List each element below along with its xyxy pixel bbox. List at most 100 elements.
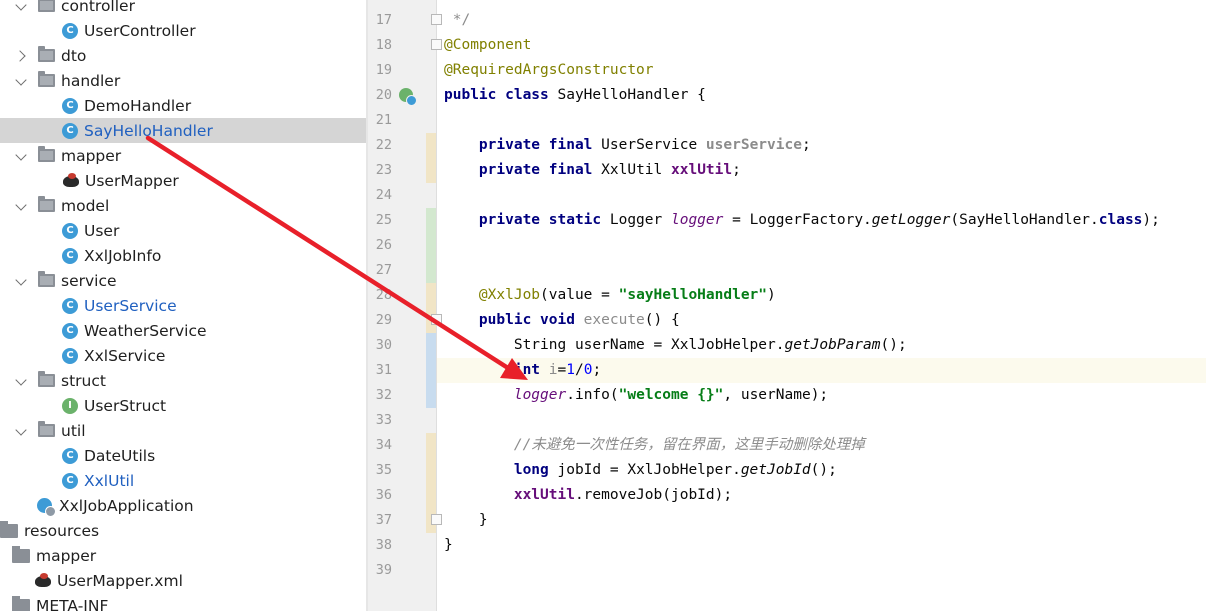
tree-item-label: handler [61, 71, 121, 90]
chevron-down-icon[interactable] [16, 375, 28, 387]
code-line-38[interactable]: } [444, 533, 453, 558]
tree-item-dto[interactable]: dto [0, 43, 366, 68]
tree-item-userstruct[interactable]: I UserStruct [0, 393, 366, 418]
line-number: 26 [375, 237, 392, 253]
folder-icon [0, 520, 18, 538]
tree-item-usermapper[interactable]: UserMapper [0, 168, 366, 193]
keyword: long [513, 462, 549, 478]
change-marker-added[interactable] [426, 208, 436, 283]
tree-item-usercontroller[interactable]: C UserController [0, 18, 366, 43]
chevron-down-icon[interactable] [16, 0, 28, 12]
annotation-component: @Component [444, 37, 532, 53]
tree-item-meta-inf[interactable]: META-INF [0, 593, 366, 611]
code-text: ); [1142, 212, 1160, 228]
semicolon: ; [732, 162, 741, 178]
annotation-required-args: @RequiredArgsConstructor [444, 62, 654, 78]
code-line-36[interactable]: xxlUtil.removeJob(jobId); [444, 483, 732, 508]
tree-item-model[interactable]: model [0, 193, 366, 218]
static-method: getJobId [740, 462, 811, 478]
semicolon: ; [592, 362, 602, 378]
tree-item-xxlservice[interactable]: C XxlService [0, 343, 366, 368]
line-number: 17 [375, 12, 392, 28]
code-line-34[interactable]: //未避免一次性任务，留在界面，这里手动删除处理掉 [444, 433, 865, 458]
package-folder-icon [38, 371, 55, 387]
change-marker-modified[interactable] [426, 133, 436, 183]
tree-item-label: dto [61, 46, 87, 65]
tree-item-demohandler[interactable]: C DemoHandler [0, 93, 366, 118]
keyword: class [1098, 212, 1143, 228]
class-declaration: SayHelloHandler { [548, 87, 706, 103]
tree-item-mapper[interactable]: mapper [0, 143, 366, 168]
fold-marker[interactable] [431, 14, 442, 25]
tree-item-sayhellohandler[interactable]: C SayHelloHandler [0, 118, 366, 143]
type: UserService [592, 137, 706, 153]
field: xxlUtil [513, 487, 575, 503]
fold-marker[interactable] [431, 314, 442, 325]
string-literal: "welcome {}" [618, 387, 724, 403]
code-line-32[interactable]: logger.info("welcome {}", userName); [444, 383, 828, 408]
tree-item-label: XxlUtil [84, 471, 135, 490]
code-line-18[interactable]: @Component [444, 33, 531, 58]
tree-item-user[interactable]: C User [0, 218, 366, 243]
change-marker-modified[interactable] [426, 283, 436, 333]
java-class-icon: C [62, 22, 78, 39]
chevron-down-icon[interactable] [16, 425, 28, 437]
tree-item-resources[interactable]: resources [0, 518, 366, 543]
code-text: = LoggerFactory. [723, 212, 872, 228]
package-folder-icon [38, 196, 55, 212]
chevron-down-icon[interactable] [16, 75, 28, 87]
tree-item-service[interactable]: service [0, 268, 366, 293]
tree-item-controller[interactable]: controller [0, 0, 366, 18]
static-method: getJobParam [784, 337, 881, 353]
tree-item-dateutils[interactable]: C DateUtils [0, 443, 366, 468]
code-line-22[interactable]: private final UserService userService; [444, 133, 811, 158]
line-number: 25 [375, 212, 392, 228]
code-text: (value = [540, 287, 619, 303]
code-line-30[interactable]: String userName = XxlJobHelper.getJobPar… [444, 333, 907, 358]
tree-item-label: META-INF [36, 596, 109, 611]
annotation-xxljob: @XxlJob [478, 287, 541, 303]
code-line-25[interactable]: private static Logger logger = LoggerFac… [444, 208, 1160, 233]
tree-item-xxlutil[interactable]: C XxlUtil [0, 468, 366, 493]
code-line-17[interactable]: */ [444, 8, 470, 33]
line-number: 31 [375, 362, 392, 378]
package-folder-icon [38, 271, 55, 287]
code-text: (SayHelloHandler. [950, 212, 1099, 228]
chevron-down-icon[interactable] [16, 150, 28, 162]
tree-item-label: WeatherService [84, 321, 207, 340]
code-line-20[interactable]: public class SayHelloHandler { [444, 83, 706, 108]
fold-marker[interactable] [431, 514, 442, 525]
tree-item-xxljobapplication[interactable]: XxlJobApplication [0, 493, 366, 518]
mybatis-icon [34, 572, 52, 589]
tree-item-mapper[interactable]: mapper [0, 543, 366, 568]
tree-item-label: controller [61, 0, 135, 15]
tree-item-userservice[interactable]: C UserService [0, 293, 366, 318]
code-line-29[interactable]: public void execute() { [444, 308, 680, 333]
chevron-down-icon[interactable] [16, 200, 28, 212]
keyword: private final [478, 162, 593, 178]
tree-item-util[interactable]: util [0, 418, 366, 443]
java-interface-icon: I [62, 397, 78, 414]
change-marker-changed[interactable] [426, 333, 436, 408]
code-line-35[interactable]: long jobId = XxlJobHelper.getJobId(); [444, 458, 837, 483]
tree-item-xxljobinfo[interactable]: C XxlJobInfo [0, 243, 366, 268]
code-line-37[interactable]: } [444, 508, 488, 533]
code-line-28[interactable]: @XxlJob(value = "sayHelloHandler") [444, 283, 776, 308]
line-number: 32 [375, 387, 392, 403]
tree-item-usermapper-xml[interactable]: UserMapper.xml [0, 568, 366, 593]
tree-item-struct[interactable]: struct [0, 368, 366, 393]
chevron-right-icon[interactable] [16, 50, 28, 62]
code-text: (); [880, 337, 907, 353]
tree-item-handler[interactable]: handler [0, 68, 366, 93]
spring-bean-icon[interactable] [399, 88, 417, 106]
code-line-23[interactable]: private final XxlUtil xxlUtil; [444, 158, 741, 183]
fold-marker[interactable] [431, 39, 442, 50]
code-text: , userName); [723, 387, 829, 403]
tree-item-label: util [61, 421, 86, 440]
tree-item-label: XxlJobInfo [84, 246, 162, 265]
tree-item-weatherservice[interactable]: C WeatherService [0, 318, 366, 343]
chevron-down-icon[interactable] [16, 275, 28, 287]
code-line-19[interactable]: @RequiredArgsConstructor [444, 58, 654, 83]
line-number: 21 [375, 112, 392, 128]
code-line-31[interactable]: int i=1/0; [444, 358, 601, 383]
